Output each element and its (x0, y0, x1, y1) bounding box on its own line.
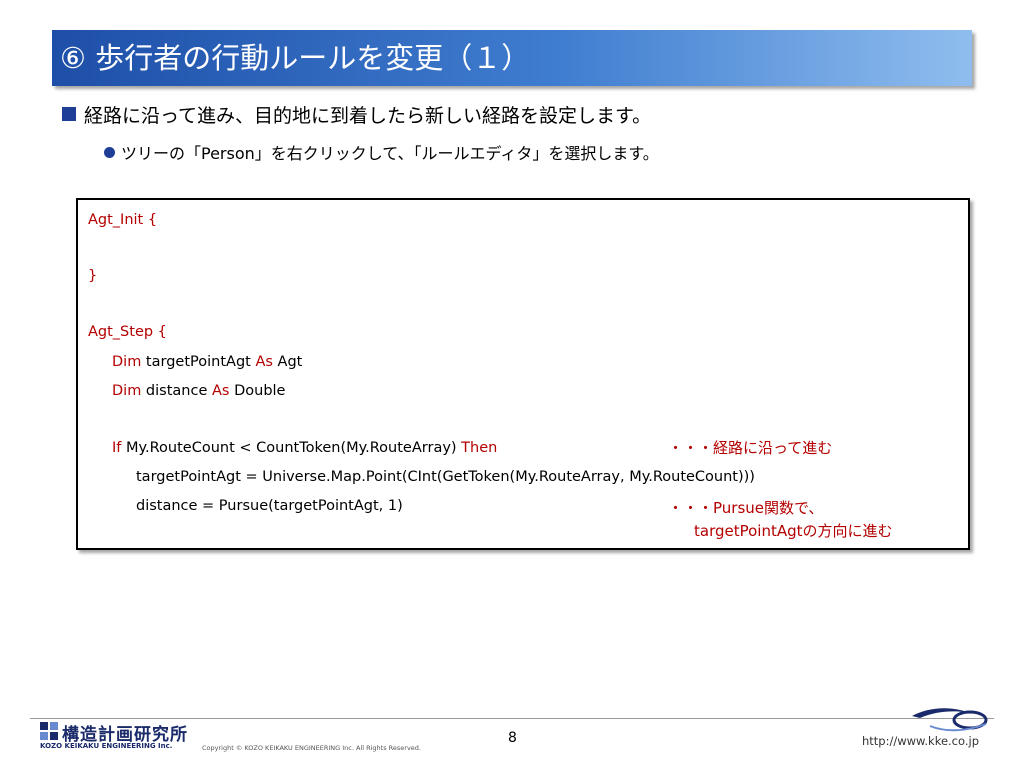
bullet-level2: ツリーの「Person」を右クリックして、「ルールエディタ」を選択します。 (104, 142, 659, 166)
code-text: Agt (272, 354, 303, 370)
code-line-agt-step: Agt_Step { (88, 324, 167, 340)
code-box: Agt_Init { } Agt_Step { Dim targetPointA… (76, 198, 970, 550)
bullet-level2-text: ツリーの「Person」を右クリックして、「ルールエディタ」を選択します。 (121, 144, 659, 163)
code-text: My.RouteCount < CountToken(My.RouteArray… (121, 440, 462, 456)
code-text: Double (229, 383, 286, 399)
note-pursue-line1: ・・・Pursue関数で、 (668, 499, 824, 517)
code-line-target-assign: targetPointAgt = Universe.Map.Point(CInt… (136, 469, 755, 485)
footer-divider (30, 718, 994, 719)
code-line-dim-target: Dim targetPointAgt As Agt (112, 352, 302, 372)
keyword-dim: Dim (112, 383, 142, 399)
code-line-agt-init: Agt_Init { (88, 212, 158, 228)
slide-title: ⑥ 歩行者の行動ルールを変更（１） (60, 41, 531, 75)
code-text: targetPointAgt (141, 354, 256, 370)
page-number: 8 (508, 730, 517, 746)
keyword-dim: Dim (112, 354, 142, 370)
title-bar: ⑥ 歩行者の行動ルールを変更（１） (52, 30, 972, 86)
company-logo: 構造計画研究所 KOZO KEIKAKU ENGINEERING Inc. (40, 722, 190, 752)
logo-mark-icon (40, 722, 58, 740)
square-bullet-icon (62, 107, 76, 121)
copyright-text: Copyright © KOZO KEIKAKU ENGINEERING Inc… (202, 744, 421, 752)
circle-bullet-icon (104, 147, 115, 158)
code-text: distance (141, 383, 212, 399)
footer-url: http://www.kke.co.jp (862, 734, 979, 748)
code-line-if: If My.RouteCount < CountToken(My.RouteAr… (112, 438, 497, 458)
bullet-level1: 経路に沿って進み、目的地に到着したら新しい経路を設定します。 (62, 102, 651, 130)
bullet-level1-text: 経路に沿って進み、目的地に到着したら新しい経路を設定します。 (84, 105, 652, 127)
logo-english-text: KOZO KEIKAKU ENGINEERING Inc. (40, 742, 173, 750)
note-follow-route: ・・・経路に沿って進む (668, 439, 833, 457)
code-line-close-brace: } (88, 268, 98, 284)
keyword-as: As (212, 383, 230, 399)
keyword-as: As (255, 354, 273, 370)
swoosh-logo-icon (912, 708, 988, 732)
note-pursue-line2: targetPointAgtの方向に進む (694, 522, 893, 540)
code-line-dim-distance: Dim distance As Double (112, 381, 285, 401)
keyword-if: If (112, 440, 122, 456)
code-line-pursue: distance = Pursue(targetPointAgt, 1) (136, 498, 403, 514)
keyword-then: Then (461, 440, 498, 456)
